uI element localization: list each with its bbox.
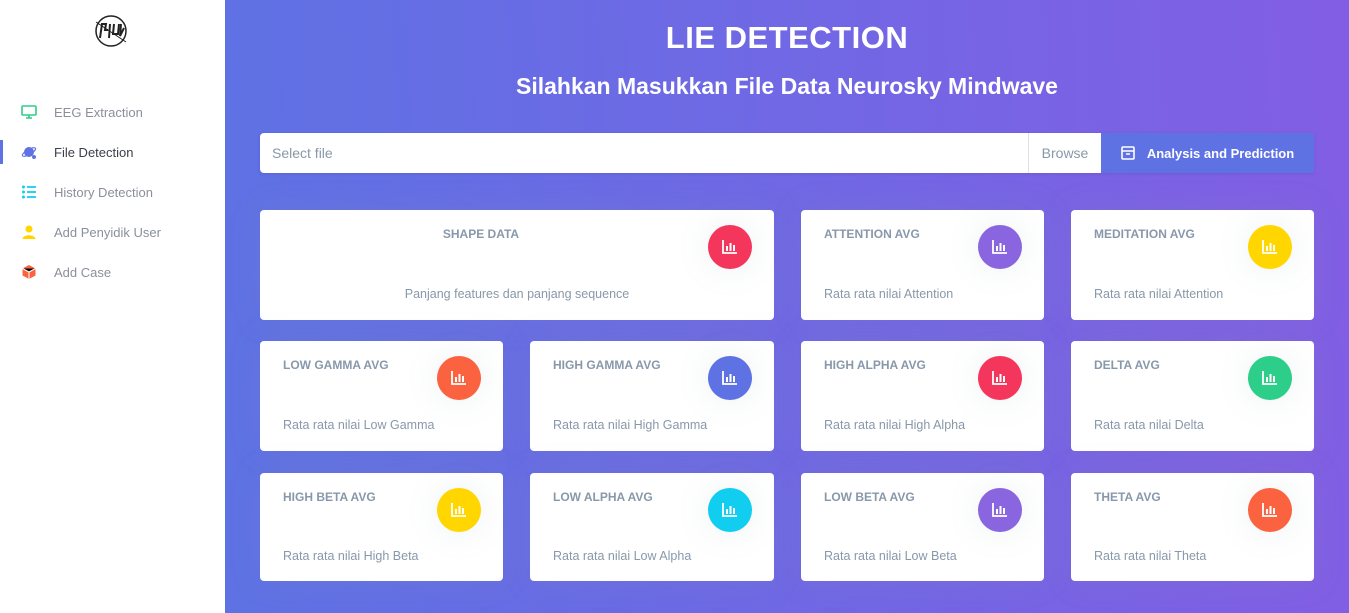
chart-bar-icon <box>437 488 481 532</box>
card-title: LOW ALPHA AVG <box>553 490 653 504</box>
card-title: THETA AVG <box>1094 490 1161 504</box>
card-title: ATTENTION AVG <box>824 227 920 241</box>
logo[interactable] <box>88 12 134 50</box>
card-subtitle: Rata rata nilai Theta <box>1094 549 1207 563</box>
chart-bar-icon <box>708 356 752 400</box>
card-subtitle: Panjang features dan panjang sequence <box>404 287 630 301</box>
sidebar-item-label: File Detection <box>54 144 134 160</box>
sidebar: EEG Extraction File Detection History De… <box>0 0 225 613</box>
file-input[interactable]: Select file <box>260 133 1028 173</box>
card-title: HIGH BETA AVG <box>283 490 376 504</box>
card-subtitle: Rata rata nilai Attention <box>824 287 954 301</box>
card-subtitle: Rata rata nilai Delta <box>1094 418 1204 432</box>
list-icon <box>20 183 38 201</box>
card-subtitle: Rata rata nilai Low Alpha <box>553 549 692 563</box>
sidebar-item-label: Add Case <box>54 264 112 280</box>
file-upload-group: Select file Browse Analysis and Predicti… <box>260 133 1314 173</box>
sidebar-item-history-detection[interactable]: History Detection <box>0 172 225 212</box>
analysis-and-prediction-label: Analysis and Prediction <box>1146 145 1295 161</box>
monitor-icon <box>20 103 38 121</box>
sidebar-item-label: History Detection <box>54 184 153 200</box>
page-title: LIE DETECTION <box>665 20 909 55</box>
stat-card-low-alpha-avg: LOW ALPHA AVG Rata rata nilai Low Alpha <box>530 473 774 581</box>
sidebar-item-label: Add Penyidik User <box>54 224 161 240</box>
chart-bar-icon <box>978 356 1022 400</box>
card-title: HIGH ALPHA AVG <box>824 358 926 372</box>
stat-card-delta-avg: DELTA AVG Rata rata nilai Delta <box>1071 341 1314 451</box>
card-subtitle: Rata rata nilai Attention <box>1094 287 1224 301</box>
stat-card-low-gamma-avg: LOW GAMMA AVG Rata rata nilai Low Gamma <box>260 341 503 451</box>
stat-card-high-alpha-avg: HIGH ALPHA AVG Rata rata nilai High Alph… <box>801 341 1044 451</box>
card-title: DELTA AVG <box>1094 358 1160 372</box>
card-title: MEDITATION AVG <box>1094 227 1195 241</box>
sidebar-item-file-detection[interactable]: File Detection <box>0 132 225 172</box>
chart-bar-icon <box>978 488 1022 532</box>
stat-card-low-beta-avg: LOW BETA AVG Rata rata nilai Low Beta <box>801 473 1044 581</box>
card-subtitle: Rata rata nilai High Alpha <box>824 418 966 432</box>
card-subtitle: Rata rata nilai Low Beta <box>824 549 957 563</box>
sidebar-item-eeg-extraction[interactable]: EEG Extraction <box>0 92 225 132</box>
card-subtitle: Rata rata nilai High Gamma <box>553 418 708 432</box>
stat-card-high-gamma-avg: HIGH GAMMA AVG Rata rata nilai High Gamm… <box>530 341 774 451</box>
card-subtitle: Rata rata nilai High Beta <box>283 549 419 563</box>
card-title: HIGH GAMMA AVG <box>553 358 661 372</box>
stat-card-shape-data: SHAPE DATA Panjang features dan panjang … <box>260 210 774 320</box>
main-panel: LIE DETECTION Silahkan Masukkan File Dat… <box>225 0 1349 613</box>
chart-bar-icon <box>708 225 752 269</box>
chart-bar-icon <box>1248 225 1292 269</box>
stat-card-high-beta-avg: HIGH BETA AVG Rata rata nilai High Beta <box>260 473 503 581</box>
card-title: SHAPE DATA <box>442 227 520 241</box>
chart-bar-icon <box>978 225 1022 269</box>
user-icon <box>20 223 38 241</box>
analysis-and-prediction-button[interactable]: Analysis and Prediction <box>1101 133 1314 173</box>
stat-card-attention-avg: ATTENTION AVG Rata rata nilai Attention <box>801 210 1044 320</box>
card-title: LOW BETA AVG <box>824 490 915 504</box>
planet-icon <box>20 143 38 161</box>
page-subtitle: Silahkan Masukkan File Data Neurosky Min… <box>516 73 1058 99</box>
sidebar-item-add-case[interactable]: Add Case <box>0 252 225 292</box>
sidebar-nav: EEG Extraction File Detection History De… <box>0 92 225 292</box>
chart-bar-icon <box>1248 488 1292 532</box>
sidebar-item-add-penyidik-user[interactable]: Add Penyidik User <box>0 212 225 252</box>
sidebar-item-label: EEG Extraction <box>54 104 143 120</box>
chart-bar-icon <box>708 488 752 532</box>
box-icon <box>20 263 38 281</box>
archive-icon <box>1121 146 1135 160</box>
card-subtitle: Rata rata nilai Low Gamma <box>283 418 435 432</box>
stat-card-theta-avg: THETA AVG Rata rata nilai Theta <box>1071 473 1314 581</box>
stat-card-meditation-avg: MEDITATION AVG Rata rata nilai Attention <box>1071 210 1314 320</box>
browse-button[interactable]: Browse <box>1028 133 1101 173</box>
chart-bar-icon <box>1248 356 1292 400</box>
chart-bar-icon <box>437 356 481 400</box>
card-title: LOW GAMMA AVG <box>283 358 389 372</box>
